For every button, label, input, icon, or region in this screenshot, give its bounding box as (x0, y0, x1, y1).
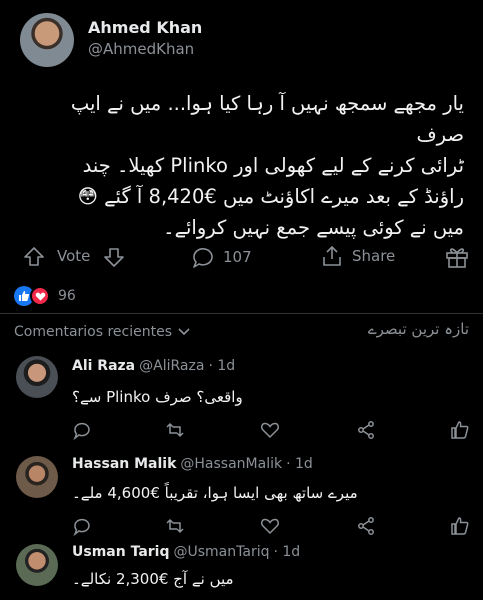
arrow-up-icon (24, 247, 44, 266)
vote-label: Vote (57, 247, 91, 265)
share-icon[interactable] (356, 420, 376, 440)
comment-author[interactable]: Hassan Malik @HassanMalik · 1d (72, 456, 313, 472)
repost-icon[interactable] (165, 516, 185, 536)
post-body: یار مجھے سمجھ نہیں آ رہا کیا ہوا... میں … (24, 88, 464, 243)
chevron-down-icon (178, 328, 190, 336)
post-line: ٹرائی کرنے کے لیے کھولی اور Plinko کھیلا… (82, 154, 464, 177)
comment-count: 107 (223, 248, 252, 266)
reaction-count: 96 (58, 288, 76, 304)
author-avatar[interactable] (20, 13, 74, 67)
share-button[interactable]: Share (320, 244, 395, 268)
comment-bubble-icon (193, 248, 213, 268)
thumbs-up-icon[interactable] (450, 420, 470, 440)
comment-text: میرے ساتھ بھی ایسا ہوا، تقریباً €4,600 م… (72, 484, 358, 502)
divider (0, 313, 483, 314)
comments-title-urdu: تازہ ترین تبصرے (367, 320, 469, 338)
gift-icon (446, 248, 468, 268)
downvote-button[interactable] (102, 245, 126, 269)
post-line: راؤنڈ کے بعد میرے اکاؤنٹ میں €8,420 آ گئ… (77, 185, 464, 208)
upvote-button[interactable] (22, 245, 46, 269)
award-button[interactable] (444, 244, 470, 270)
post-line: یار مجھے سمجھ نہیں آ رہا کیا ہوا... میں … (70, 92, 464, 146)
comments-sort-dropdown[interactable]: Comentarios recientes (14, 324, 190, 340)
heart-icon[interactable] (260, 420, 280, 440)
post-actions: Vote 107 Share (0, 240, 483, 274)
heart-icon[interactable] (260, 516, 280, 536)
share-label: Share (352, 247, 396, 265)
comment-button[interactable]: 107 (190, 244, 252, 270)
comment-actions (0, 420, 483, 442)
avatar[interactable] (16, 356, 58, 398)
repost-icon[interactable] (165, 420, 185, 440)
main-post: Ahmed Khan @AhmedKhan یار مجھے سمجھ نہیں… (0, 0, 483, 306)
avatar[interactable] (16, 544, 58, 586)
author-handle[interactable]: @AhmedKhan (88, 40, 194, 58)
comment-author[interactable]: Usman Tariq @UsmanTariq · 1d (72, 544, 300, 560)
comment-text: واقعی؟ صرف Plinko سے؟ (72, 388, 243, 406)
comments-title: Comentarios recientes (14, 324, 173, 340)
author-name[interactable]: Ahmed Khan (88, 18, 202, 37)
love-reaction-icon (30, 286, 50, 306)
arrow-down-icon (104, 248, 124, 267)
comment-actions (0, 516, 483, 538)
share-icon (323, 245, 341, 266)
share-icon[interactable] (356, 516, 376, 536)
reply-icon[interactable] (72, 420, 92, 440)
reactions-summary[interactable]: 96 (14, 286, 76, 306)
post-line: میں نے کوئی پیسے جمع نہیں کروائے۔ (163, 216, 464, 239)
reply-icon[interactable] (72, 516, 92, 536)
avatar[interactable] (16, 456, 58, 498)
thumbs-up-icon[interactable] (450, 516, 470, 536)
comment-text: میں نے آج €2,300 نکالے۔ (72, 570, 234, 588)
comments-header: Comentarios recientes تازہ ترین تبصرے (0, 318, 483, 346)
comment-author[interactable]: Ali Raza @AliRaza · 1d (72, 358, 235, 374)
